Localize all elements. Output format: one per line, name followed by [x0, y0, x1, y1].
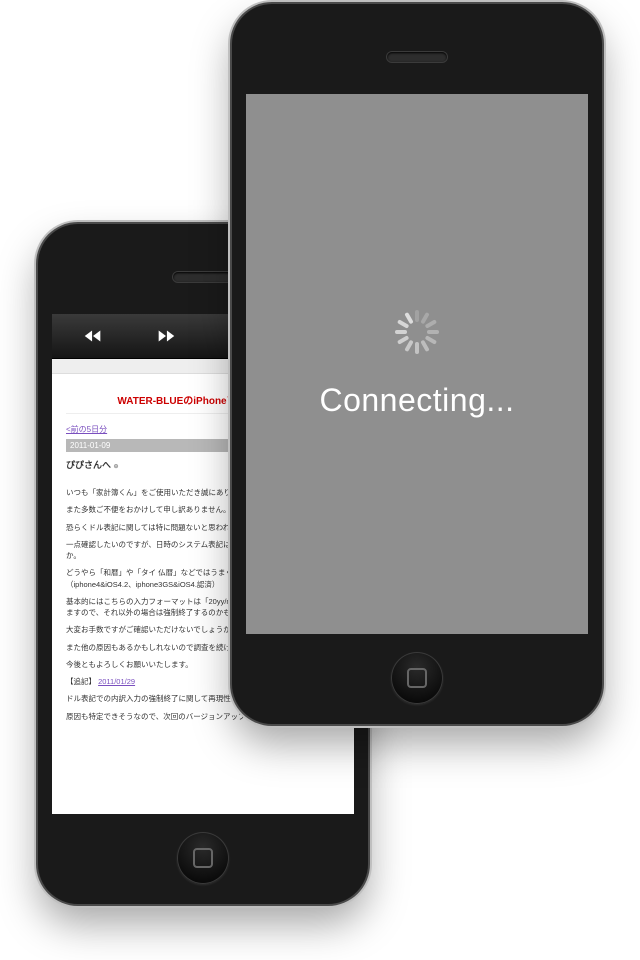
home-button[interactable] [177, 832, 229, 884]
comment-count-icon: ⊕ [114, 464, 119, 470]
fast-forward-button[interactable] [132, 320, 202, 352]
loading-spinner-icon [395, 310, 439, 354]
connecting-label: Connecting... [319, 382, 514, 419]
device-bottom [38, 814, 368, 904]
front-screen: Connecting... [246, 94, 588, 634]
device-bottom [232, 634, 602, 724]
iphone-front-device: Connecting... [232, 4, 602, 724]
addendum-date-link[interactable]: 2011/01/29 [98, 677, 135, 686]
speaker-grille [387, 52, 447, 62]
entry-title-text: ぴぴさんへ [66, 460, 111, 470]
rewind-button[interactable] [58, 320, 128, 352]
home-button[interactable] [391, 652, 443, 704]
speaker-grille [173, 272, 233, 282]
device-top [232, 4, 602, 94]
addendum-label: 【追記】 [66, 677, 96, 686]
